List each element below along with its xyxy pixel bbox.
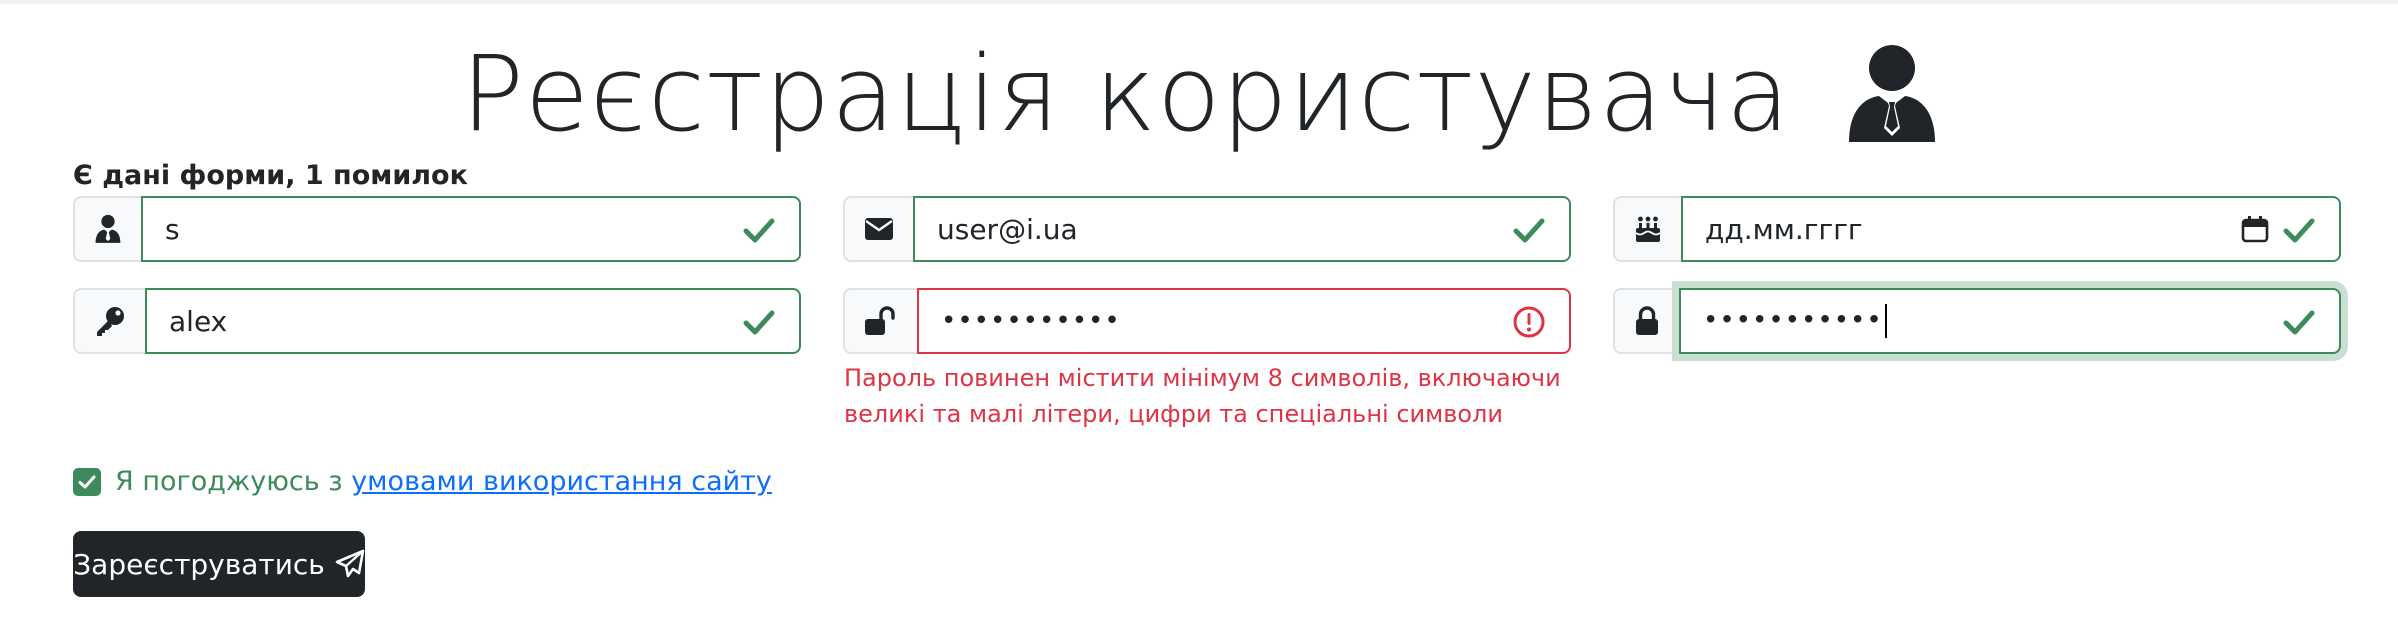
birthday-cake-icon: [1635, 216, 1661, 242]
check-icon: [2283, 310, 2315, 335]
password-addon: [843, 288, 917, 354]
check-icon: [743, 310, 775, 335]
lock-open-icon: [865, 306, 895, 335]
check-icon: [2283, 218, 2315, 243]
check-icon: [1513, 218, 1545, 243]
text-caret: [1884, 304, 1887, 338]
password-input-value: •••••••••••: [941, 306, 1121, 336]
lock-icon: [1636, 306, 1658, 335]
login-input-value: s: [165, 212, 180, 246]
register-button-label: Зареєструватись: [73, 547, 325, 581]
password-group: •••••••••••: [843, 288, 1571, 354]
name-input[interactable]: alex: [145, 288, 801, 354]
form-status: Є дані форми, 1 помилок: [73, 160, 468, 191]
check-icon: [743, 218, 775, 243]
agree-row: Я погоджуюсь з умовами використання сайт…: [73, 466, 772, 497]
password-repeat-group: •••••••••••: [1613, 288, 2341, 354]
password-repeat-input[interactable]: •••••••••••: [1679, 288, 2341, 354]
login-addon: [73, 196, 141, 262]
email-group: user@i.ua: [843, 196, 1571, 262]
key-icon: [97, 307, 124, 336]
password-repeat-addon: [1613, 288, 1679, 354]
password-repeat-input-value: •••••••••••: [1681, 304, 1887, 338]
email-addon: [843, 196, 913, 262]
birthdate-addon: [1613, 196, 1681, 262]
login-group: s: [73, 196, 801, 262]
checkmark-icon: [78, 475, 96, 488]
page-title-text: Реєстрація користувача: [461, 32, 1791, 155]
name-input-value: alex: [169, 304, 228, 338]
name-addon: [73, 288, 145, 354]
agree-text: Я погоджуюсь з: [115, 466, 352, 497]
top-border: [0, 0, 2398, 4]
envelope-icon: [865, 218, 893, 240]
agree-label: Я погоджуюсь з умовами використання сайт…: [115, 466, 772, 497]
login-input[interactable]: s: [141, 196, 801, 262]
email-input[interactable]: user@i.ua: [913, 196, 1571, 262]
birthdate-input-value: дд.мм.гггг: [1705, 212, 1863, 246]
email-input-value: user@i.ua: [937, 212, 1078, 246]
agree-checkbox[interactable]: [73, 467, 101, 496]
birthdate-group: дд.мм.гггг: [1613, 196, 2341, 262]
name-group: alex: [73, 288, 801, 354]
password-input[interactable]: •••••••••••: [917, 288, 1571, 354]
user-tie-icon: [1848, 44, 1935, 142]
password-repeat-dots: •••••••••••: [1703, 305, 1883, 336]
page-title: Реєстрація користувача: [0, 28, 2398, 152]
terms-link[interactable]: умовами використання сайту: [351, 466, 772, 497]
birthdate-input[interactable]: дд.мм.гггг: [1681, 196, 2341, 262]
calendar-icon[interactable]: [2241, 215, 2269, 243]
register-button[interactable]: Зареєструватись: [73, 531, 365, 597]
error-icon: [1513, 306, 1545, 338]
user-tie-icon: [95, 214, 121, 243]
password-error: Пароль повинен містити мінімум 8 символі…: [844, 364, 1561, 428]
paper-plane-icon: [335, 549, 365, 578]
